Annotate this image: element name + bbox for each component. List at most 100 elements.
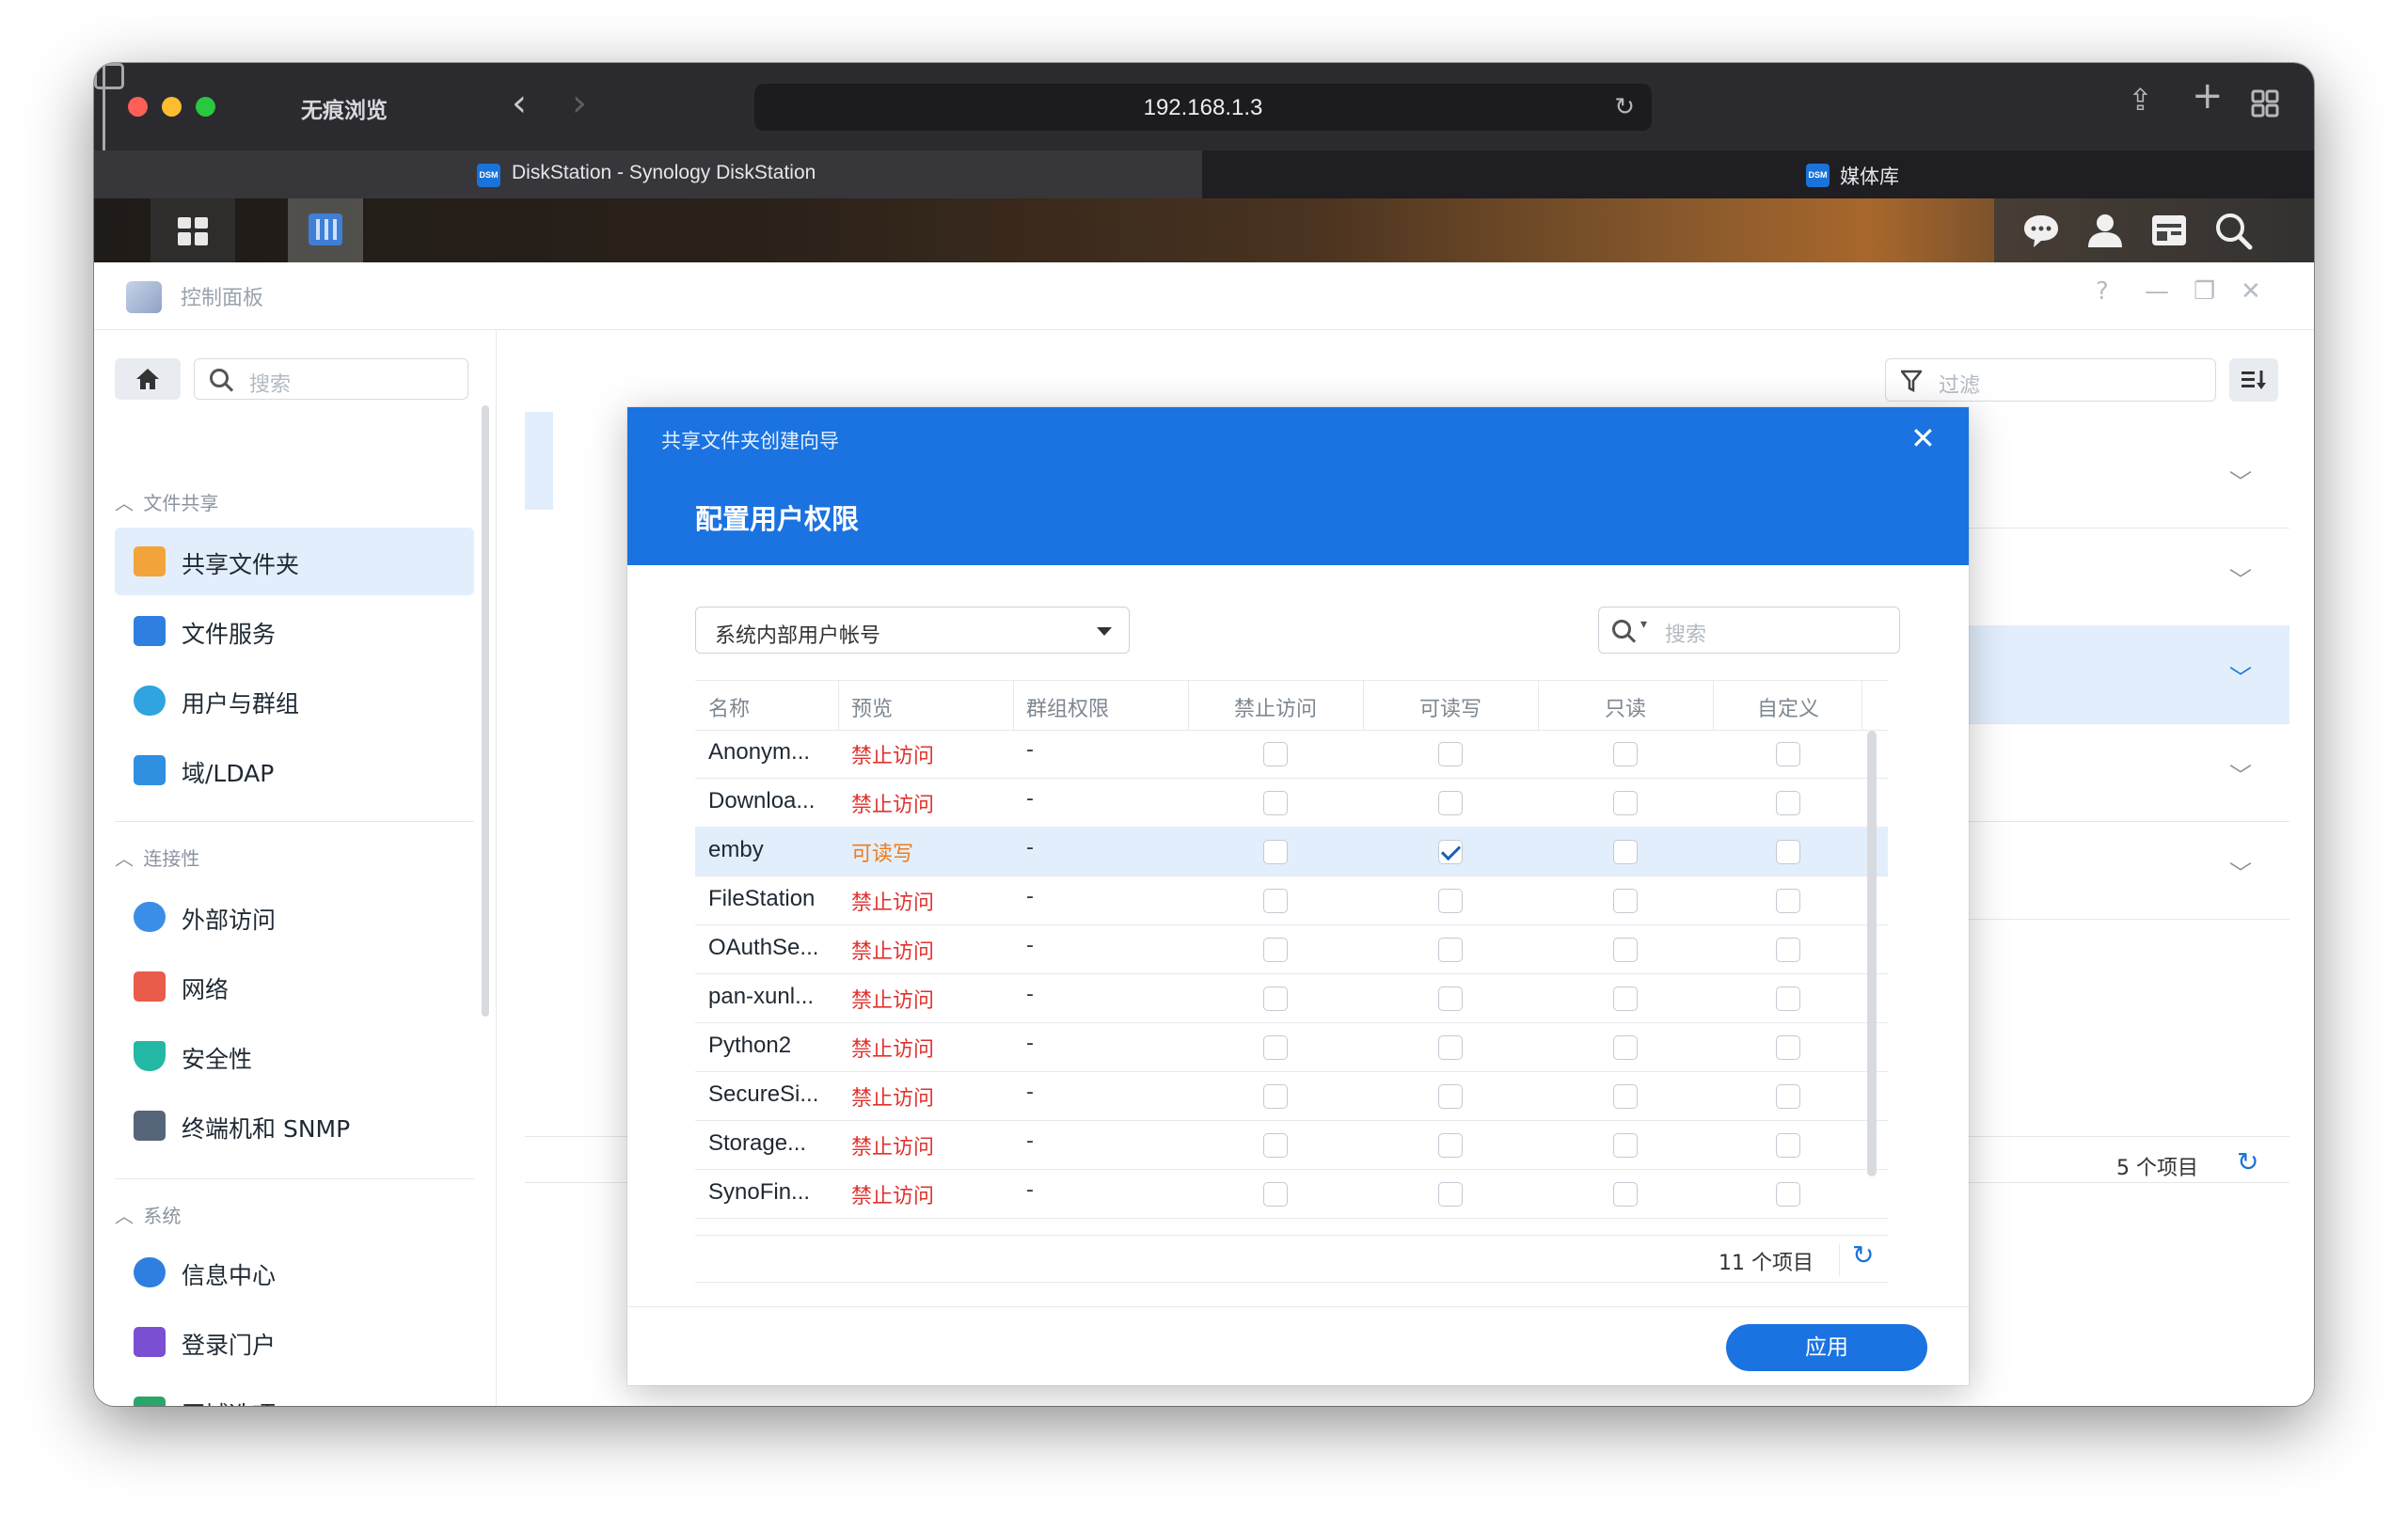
reload-icon[interactable]: ↻ (1614, 93, 1635, 121)
read-only-checkbox[interactable] (1613, 1084, 1638, 1109)
main-menu-button[interactable] (150, 198, 235, 262)
column-header-read-only[interactable]: 只读 (1538, 692, 1713, 722)
new-tab-icon[interactable]: + (2192, 77, 2224, 115)
column-header-preview[interactable]: 预览 (851, 692, 893, 722)
tab-overview-icon[interactable] (2251, 89, 2279, 118)
user-permission-row[interactable]: SecureSi... 禁止访问 - (695, 1071, 1888, 1121)
share-icon[interactable]: ⇪ (2128, 84, 2153, 116)
custom-checkbox[interactable] (1776, 1133, 1800, 1158)
user-permission-row[interactable]: Storage... 禁止访问 - (695, 1120, 1888, 1170)
column-header-custom[interactable]: 自定义 (1713, 692, 1863, 722)
custom-checkbox[interactable] (1776, 840, 1800, 864)
no-access-checkbox[interactable] (1263, 1133, 1288, 1158)
sidebar-item-security[interactable]: 安全性 (115, 1022, 474, 1090)
read-only-checkbox[interactable] (1613, 986, 1638, 1011)
sort-button[interactable] (2229, 358, 2278, 402)
chat-icon[interactable] (2020, 210, 2062, 251)
read-write-checkbox[interactable] (1438, 742, 1463, 766)
read-write-checkbox[interactable] (1438, 889, 1463, 913)
custom-checkbox[interactable] (1776, 1182, 1800, 1207)
refresh-icon[interactable]: ↻ (2237, 1146, 2258, 1177)
read-write-checkbox[interactable] (1438, 986, 1463, 1011)
custom-checkbox[interactable] (1776, 986, 1800, 1011)
close-icon[interactable]: ✕ (1910, 420, 1936, 456)
restore-icon[interactable]: ❐ (2194, 277, 2215, 306)
user-permission-row[interactable]: FileStation 禁止访问 - (695, 876, 1888, 925)
sidebar-scrollbar[interactable] (482, 405, 489, 1017)
user-permission-row[interactable]: emby 可读写 - (695, 827, 1888, 876)
read-only-checkbox[interactable] (1613, 742, 1638, 766)
sidebar-item-shared-folder[interactable]: 共享文件夹 (115, 528, 474, 595)
minimize-window-button[interactable] (162, 97, 182, 117)
help-icon[interactable]: ? (2096, 277, 2109, 306)
read-only-checkbox[interactable] (1613, 1182, 1638, 1207)
control-panel-taskbar-button[interactable] (288, 198, 363, 262)
user-permission-row[interactable]: SynoFin... 禁止访问 - (695, 1169, 1888, 1219)
search-icon[interactable] (2212, 210, 2254, 251)
column-header-name[interactable]: 名称 (708, 692, 750, 722)
chevron-down-icon[interactable]: ﹀ (2229, 561, 2252, 594)
read-only-checkbox[interactable] (1613, 840, 1638, 864)
chevron-down-icon[interactable]: ﹀ (2229, 757, 2252, 790)
sidebar-item-terminal-snmp[interactable]: 终端机和 SNMP (115, 1092, 474, 1160)
refresh-icon[interactable]: ↻ (1852, 1239, 1874, 1271)
grid-scrollbar[interactable] (1867, 731, 1877, 1176)
tab-media-library[interactable]: DSM 媒体库 (1204, 150, 2314, 198)
read-only-checkbox[interactable] (1613, 938, 1638, 962)
maximize-window-button[interactable] (196, 97, 215, 117)
custom-checkbox[interactable] (1776, 938, 1800, 962)
address-bar[interactable]: 192.168.1.3 ↻ (754, 84, 1652, 131)
user-icon[interactable] (2084, 210, 2126, 251)
custom-checkbox[interactable] (1776, 1035, 1800, 1060)
read-only-checkbox[interactable] (1613, 791, 1638, 815)
no-access-checkbox[interactable] (1263, 791, 1288, 815)
user-permission-row[interactable]: Anonym... 禁止访问 - (695, 729, 1888, 779)
no-access-checkbox[interactable] (1263, 840, 1288, 864)
close-window-button[interactable] (128, 97, 148, 117)
read-only-checkbox[interactable] (1613, 1133, 1638, 1158)
user-search-input[interactable]: ▾ 搜索 (1598, 607, 1900, 654)
read-write-checkbox[interactable] (1438, 840, 1463, 864)
custom-checkbox[interactable] (1776, 1084, 1800, 1109)
minimize-icon[interactable]: — (2145, 277, 2169, 306)
read-write-checkbox[interactable] (1438, 1035, 1463, 1060)
sidebar-item-login-portal[interactable]: 登录门户 (115, 1308, 474, 1376)
read-write-checkbox[interactable] (1438, 1133, 1463, 1158)
tab-diskstation[interactable]: DSM DiskStation - Synology DiskStation (94, 150, 1202, 198)
section-connectivity[interactable]: ︿ 连接性 (115, 844, 199, 871)
sidebar-search-input[interactable]: 搜索 (194, 358, 468, 400)
no-access-checkbox[interactable] (1263, 742, 1288, 766)
no-access-checkbox[interactable] (1263, 1182, 1288, 1207)
no-access-checkbox[interactable] (1263, 986, 1288, 1011)
section-system[interactable]: ︿ 系统 (115, 1201, 181, 1228)
custom-checkbox[interactable] (1776, 742, 1800, 766)
sidebar-item-regional-options[interactable]: 区域选项 (115, 1378, 474, 1406)
sidebar-item-info-center[interactable]: 信息中心 (115, 1239, 474, 1306)
chevron-down-icon[interactable]: ﹀ (2229, 659, 2252, 692)
user-permission-row[interactable]: Python2 禁止访问 - (695, 1022, 1888, 1072)
sidebar-toggle-icon[interactable] (94, 63, 124, 89)
no-access-checkbox[interactable] (1263, 938, 1288, 962)
filter-input[interactable]: 过滤 (1885, 358, 2216, 402)
user-type-select[interactable]: 系统内部用户帐号 (695, 607, 1130, 654)
widgets-icon[interactable] (2148, 210, 2190, 251)
chevron-down-icon[interactable]: ﹀ (2229, 464, 2252, 497)
no-access-checkbox[interactable] (1263, 1084, 1288, 1109)
forward-button[interactable]: › (572, 85, 587, 122)
custom-checkbox[interactable] (1776, 791, 1800, 815)
read-write-checkbox[interactable] (1438, 938, 1463, 962)
sidebar-item-users-groups[interactable]: 用户与群组 (115, 667, 474, 734)
sidebar-item-ldap[interactable]: 域/LDAP (115, 736, 474, 804)
user-permission-row[interactable]: Downloa... 禁止访问 - (695, 778, 1888, 828)
chevron-down-icon[interactable]: ▾ (1640, 617, 1647, 632)
read-write-checkbox[interactable] (1438, 1084, 1463, 1109)
read-only-checkbox[interactable] (1613, 889, 1638, 913)
sidebar-item-network[interactable]: 网络 (115, 953, 474, 1020)
chevron-down-icon[interactable]: ﹀ (2229, 855, 2252, 888)
read-write-checkbox[interactable] (1438, 791, 1463, 815)
column-header-group-permission[interactable]: 群组权限 (1026, 692, 1109, 722)
back-button[interactable]: ‹ (512, 85, 527, 122)
user-permission-row[interactable]: pan-xunl... 禁止访问 - (695, 973, 1888, 1023)
column-header-no-access[interactable]: 禁止访问 (1188, 692, 1363, 722)
home-button[interactable] (115, 358, 181, 400)
